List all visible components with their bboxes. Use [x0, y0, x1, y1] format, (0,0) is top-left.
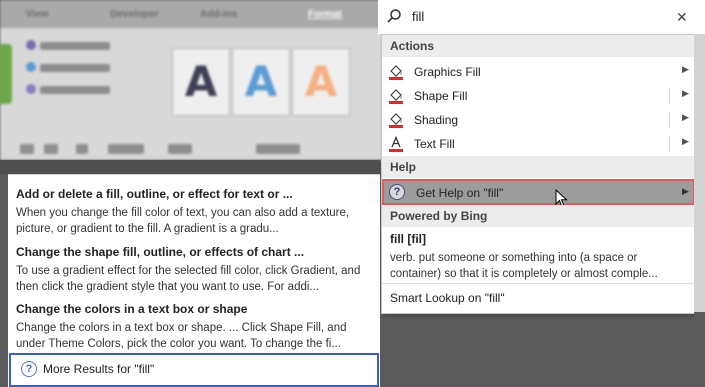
- tab-view[interactable]: View: [26, 9, 49, 20]
- action-text-fill[interactable]: Text Fill ▶: [382, 132, 695, 156]
- help-result-desc: Change the colors in a text box or shape…: [16, 322, 347, 350]
- tab-add-ins[interactable]: Add-ins: [200, 9, 237, 20]
- chevron-right-icon[interactable]: ▶: [682, 136, 689, 147]
- help-result-item[interactable]: Add or delete a fill, outline, or effect…: [16, 186, 372, 237]
- close-icon[interactable]: ✕: [676, 9, 688, 26]
- shape-style-swatch[interactable]: [0, 44, 12, 104]
- ribbon-bottom-row: [20, 144, 320, 156]
- shape-effects-label: [40, 86, 110, 94]
- help-section-header: Help: [382, 156, 695, 178]
- wordart-blue-style[interactable]: A: [232, 48, 290, 116]
- action-label: Graphics Fill: [414, 65, 481, 79]
- ribbon-control[interactable]: [44, 144, 58, 154]
- help-result-title[interactable]: Change the colors in a text box or shape: [16, 301, 372, 317]
- question-icon: ?: [389, 184, 405, 200]
- action-shading[interactable]: Shading ▶: [382, 108, 695, 132]
- shape-fill-label: [40, 42, 110, 50]
- actions-section-header: Actions: [382, 35, 695, 57]
- tell-me-search-box[interactable]: fill ✕: [378, 0, 705, 35]
- tab-developer[interactable]: Developer: [110, 9, 158, 20]
- ribbon-control[interactable]: [108, 144, 144, 154]
- scrollbar-track[interactable]: [694, 34, 705, 312]
- ribbon-control[interactable]: [76, 144, 88, 154]
- tab-format[interactable]: Format: [308, 9, 342, 20]
- more-results-label: More Results for "fill": [43, 362, 155, 376]
- paint-bucket-icon: [389, 89, 403, 104]
- shape-effects-icon[interactable]: [26, 84, 36, 94]
- split-divider: [669, 136, 670, 152]
- get-help-label: Get Help on "fill": [416, 186, 504, 200]
- ribbon-control[interactable]: [168, 144, 192, 154]
- bing-section-header: Powered by Bing: [382, 205, 695, 227]
- chevron-right-icon[interactable]: ▶: [682, 112, 689, 123]
- paint-bucket-icon: [389, 65, 403, 80]
- search-input[interactable]: fill: [412, 9, 424, 24]
- background-edge: [694, 312, 705, 386]
- wordart-dark-style[interactable]: A: [172, 48, 230, 116]
- chevron-right-icon[interactable]: ▶: [682, 64, 689, 75]
- definition-text: verb. put someone or something into (a s…: [390, 252, 658, 280]
- shape-outline-icon[interactable]: [26, 62, 36, 72]
- actions-header-label: Actions: [390, 39, 435, 53]
- shape-outline-label: [40, 64, 110, 72]
- shape-fill-icon[interactable]: [26, 40, 36, 50]
- action-shape-fill[interactable]: Shape Fill ▶: [382, 84, 695, 108]
- help-result-item[interactable]: Change the colors in a text box or shape…: [16, 301, 372, 352]
- text-color-icon: [389, 136, 403, 152]
- action-label: Shading: [414, 113, 459, 127]
- paint-bucket-icon: [389, 113, 403, 128]
- help-result-item[interactable]: Change the shape fill, outline, or effec…: [16, 244, 372, 295]
- help-result-title[interactable]: Add or delete a fill, outline, or effect…: [16, 186, 372, 202]
- ribbon-control[interactable]: [256, 144, 300, 154]
- definition-word[interactable]: fill [fil]: [390, 232, 426, 246]
- help-result-desc: When you change the fill color of text, …: [16, 207, 350, 235]
- help-header-label: Help: [390, 160, 417, 174]
- action-graphics-fill[interactable]: Graphics Fill ▶: [382, 60, 695, 84]
- action-label: Shape Fill: [414, 89, 468, 103]
- chevron-right-icon[interactable]: ▶: [682, 88, 689, 99]
- divider: [382, 283, 695, 284]
- wordart-orange-style[interactable]: A: [292, 48, 350, 116]
- ribbon-shadow-strip: [0, 160, 380, 174]
- help-results-panel: Add or delete a fill, outline, or effect…: [8, 174, 380, 387]
- ribbon-control[interactable]: [20, 144, 34, 154]
- help-result-desc: To use a gradient effect for the selecte…: [16, 265, 361, 293]
- smart-lookup-item[interactable]: Smart Lookup on "fill": [390, 291, 505, 305]
- action-label: Text Fill: [414, 137, 455, 151]
- more-results-button[interactable]: ? More Results for "fill": [9, 353, 379, 387]
- chevron-right-icon[interactable]: ▶: [682, 186, 689, 197]
- split-divider: [669, 112, 670, 128]
- search-icon: [387, 9, 401, 23]
- search-results-dropdown: Actions Graphics Fill ▶ Shape Fill ▶ Sha…: [381, 34, 696, 314]
- question-icon: ?: [21, 361, 37, 377]
- help-result-title[interactable]: Change the shape fill, outline, or effec…: [16, 244, 372, 260]
- get-help-menu-item[interactable]: ? Get Help on "fill" ▶: [382, 179, 695, 208]
- split-divider: [669, 88, 670, 104]
- bing-header-label: Powered by Bing: [390, 209, 488, 223]
